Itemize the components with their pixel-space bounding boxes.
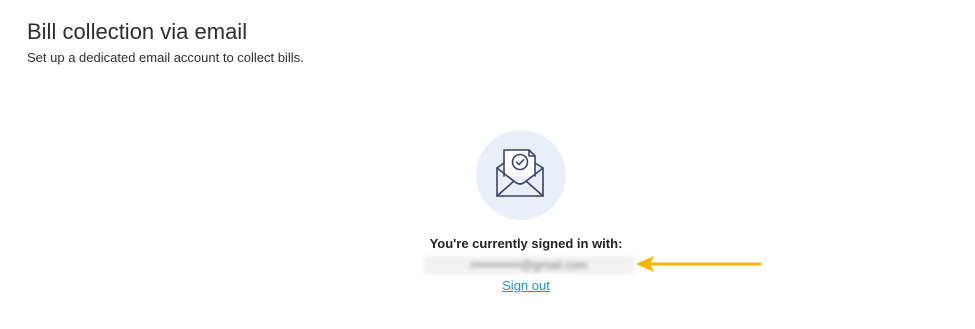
envelope-document-check-icon bbox=[496, 149, 544, 197]
envelope-badge bbox=[476, 130, 566, 220]
page-title: Bill collection via email bbox=[27, 19, 248, 44]
page-subtitle: Set up a dedicated email account to coll… bbox=[27, 50, 304, 65]
sign-out-link[interactable]: Sign out bbox=[0, 278, 975, 294]
signed-in-label: You're currently signed in with: bbox=[429, 236, 623, 251]
arrow-left-icon bbox=[636, 256, 762, 272]
signed-in-email: r•••••••••••@gmail.com bbox=[424, 256, 634, 274]
